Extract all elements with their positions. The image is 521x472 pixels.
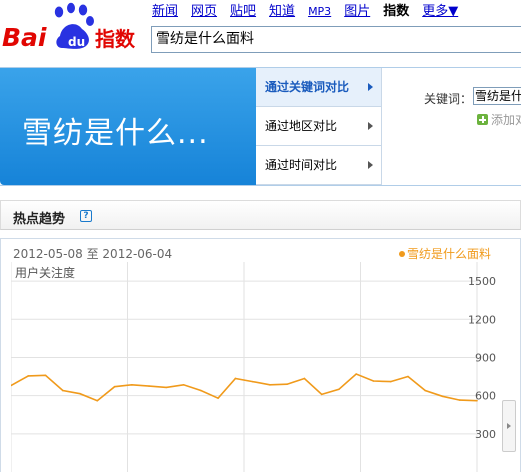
data-point [182, 384, 185, 386]
y-tick-label: 1500 [468, 275, 496, 288]
data-point [200, 389, 202, 392]
date-range: 2012-05-08 至 2012-06-04 [13, 245, 172, 262]
data-point [234, 377, 237, 380]
nav-images[interactable]: 图片 [344, 3, 370, 21]
search-input[interactable]: 雪纺是什么面料 [151, 26, 521, 53]
keyword-label: 关键词： [424, 92, 473, 106]
trend-plot: 300 600 900 1200 1500 [11, 262, 496, 472]
chevron-right-icon [368, 83, 373, 91]
nav-index-current: 指数 [383, 4, 410, 19]
y-tick-label: 900 [475, 351, 496, 364]
trend-title: 热点趋势 [13, 212, 66, 227]
data-point [407, 375, 409, 378]
data-point [441, 395, 444, 398]
plus-icon [477, 114, 488, 125]
nav-news[interactable]: 新闻 [152, 3, 178, 21]
keyword-title: 雪纺是什么... [22, 116, 209, 151]
nav-tieba[interactable]: 贴吧 [230, 3, 256, 21]
data-point [372, 380, 375, 382]
svg-text:du: du [68, 35, 85, 49]
chevron-right-icon [368, 161, 373, 169]
data-point [355, 373, 357, 375]
data-point [113, 385, 116, 388]
data-point [217, 397, 219, 399]
data-point [79, 392, 81, 395]
trend-section-header: 热点趋势 ? [0, 200, 521, 230]
legend-dot-icon [398, 250, 405, 257]
data-point [338, 388, 340, 391]
data-point [286, 383, 288, 385]
data-point [61, 389, 64, 392]
nav-more[interactable]: 更多▼ [422, 3, 458, 21]
data-point [96, 399, 99, 402]
data-point [131, 384, 133, 386]
data-point [458, 399, 461, 401]
data-point [165, 386, 168, 389]
y-tick-label: 300 [475, 428, 496, 441]
data-point [27, 375, 30, 377]
date-to: 2012-06-04 [102, 247, 173, 261]
svg-text:Bai: Bai [2, 23, 47, 52]
data-point [389, 380, 392, 383]
chevron-right-icon [368, 122, 373, 130]
keyword-title-panel: 雪纺是什么... [0, 68, 256, 185]
help-icon[interactable]: ? [80, 210, 92, 222]
data-point [424, 389, 427, 392]
data-point [476, 399, 478, 402]
data-point [269, 384, 271, 386]
compare-menu: 通过关键词对比 通过地区对比 通过时间对比 [256, 68, 382, 185]
y-tick-label: 1200 [468, 313, 496, 326]
compare-by-keyword[interactable]: 通过关键词对比 [256, 68, 381, 107]
baidu-index-logo[interactable]: du Bai 指数 [2, 2, 147, 58]
data-point [320, 393, 323, 396]
nav-web[interactable]: 网页 [191, 3, 217, 21]
chart-legend[interactable]: 雪纺是什么面料 [398, 245, 491, 262]
compare-by-time[interactable]: 通过时间对比 [256, 146, 381, 185]
nav-mp3[interactable]: MP3 [308, 3, 331, 21]
keyword-compare-area: 关键词： 雪纺是什么 添加对 [382, 68, 521, 185]
legend-series-name: 雪纺是什么面料 [406, 247, 491, 261]
keyword-field[interactable]: 雪纺是什么 [473, 87, 521, 105]
compare-by-region-label: 通过地区对比 [265, 119, 338, 133]
data-point [44, 374, 47, 377]
chart-scroll-handle[interactable] [502, 400, 516, 452]
add-compare-link[interactable]: 添加对 [477, 111, 521, 128]
date-separator: 至 [86, 247, 99, 261]
data-point [303, 377, 306, 380]
nav-zhidao[interactable]: 知道 [269, 3, 295, 21]
data-point [251, 380, 254, 383]
svg-text:指数: 指数 [95, 27, 136, 51]
compare-by-region[interactable]: 通过地区对比 [256, 107, 381, 146]
compare-by-keyword-label: 通过关键词对比 [265, 80, 350, 94]
compare-by-time-label: 通过时间对比 [265, 158, 338, 172]
add-compare-label: 添加对 [491, 113, 521, 127]
keyword-banner: 雪纺是什么... 通过关键词对比 通过地区对比 通过时间对比 关键词： 雪纺是什… [0, 67, 521, 186]
data-point [148, 385, 150, 387]
y-tick-label: 600 [475, 390, 496, 403]
top-nav: 新闻 网页 贴吧 知道 MP3 图片 指数 更多▼ [152, 3, 458, 21]
date-from: 2012-05-08 [13, 247, 83, 261]
